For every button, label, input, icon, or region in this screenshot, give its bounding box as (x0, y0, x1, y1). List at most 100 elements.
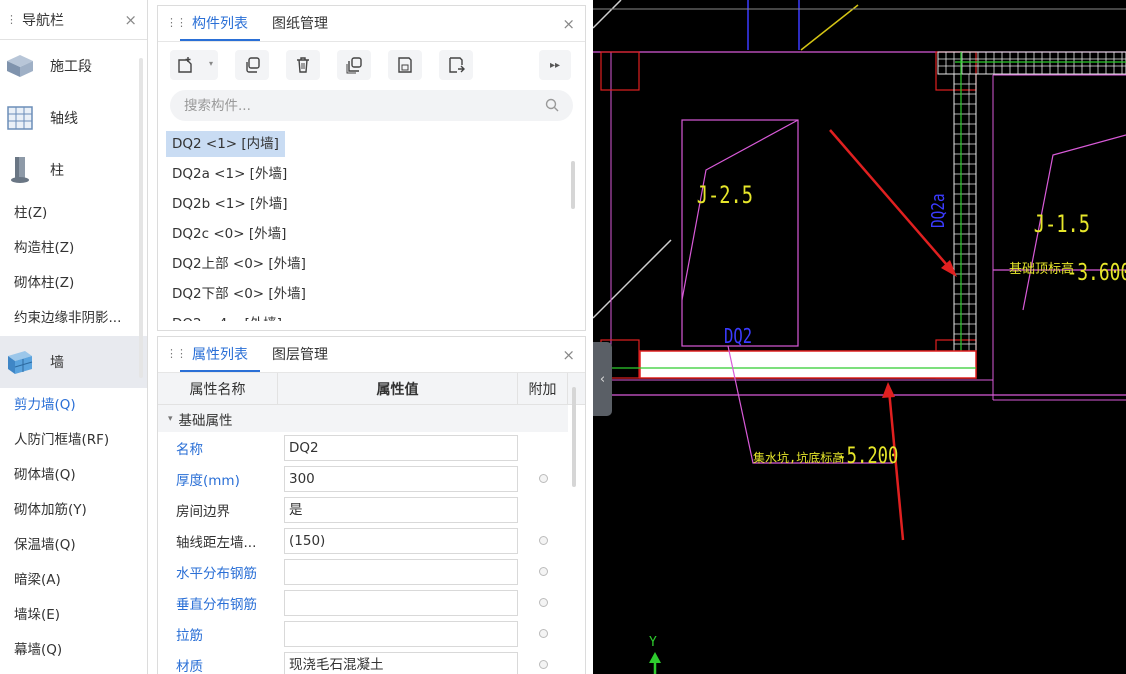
nav-item-insulation-wall[interactable]: 保温墙(Q) (0, 528, 147, 563)
addon-checkbox[interactable] (538, 536, 548, 545)
addon-checkbox[interactable] (538, 474, 548, 483)
property-value-field[interactable]: 现浇毛石混凝土 (284, 651, 518, 674)
list-item-label: DQ2b <1> [外墙] (172, 196, 288, 212)
nav-group-wall[interactable]: 墙 (0, 336, 147, 388)
list-item[interactable]: DQ2上部 <0> [外墙] (158, 251, 585, 281)
cad-label-dq2: DQ2 (724, 325, 752, 348)
duplicate-layer-button[interactable] (337, 50, 371, 80)
nav-item-constraint-edge[interactable]: 约束边缘非阴影... (0, 301, 147, 336)
close-icon[interactable]: × (124, 11, 137, 29)
nav-group-column[interactable]: 柱 (0, 144, 147, 196)
component-list-scrollbar[interactable] (571, 161, 575, 209)
nav-item-hidden-beam[interactable]: 暗梁(A) (0, 563, 147, 598)
addon-checkbox[interactable] (538, 598, 548, 607)
column-header-value: 属性值 (278, 373, 518, 404)
property-name: 垂直分布钢筋 (176, 596, 257, 613)
nav-item-wall-pier[interactable]: 墙垛(E) (0, 598, 147, 633)
property-name: 厚度(mm) (176, 472, 240, 489)
drag-handle-icon[interactable]: ⋮⋮ (166, 16, 187, 29)
cad-arrow-head (882, 382, 895, 398)
nav-group-construction-section[interactable]: 施工段 (0, 40, 147, 92)
tab-drawing-management[interactable]: 图纸管理 (260, 13, 340, 41)
tab-component-list[interactable]: 构件列表 (180, 13, 260, 41)
copy-button[interactable] (235, 50, 269, 80)
property-value-field[interactable] (284, 558, 518, 585)
import-button[interactable] (388, 50, 422, 80)
nav-item-masonry-wall[interactable]: 砌体墙(Q) (0, 458, 147, 493)
property-value-field[interactable] (284, 589, 518, 616)
more-button[interactable]: ▸▸ (539, 50, 571, 80)
addon-checkbox[interactable] (538, 629, 548, 638)
property-panel: ⋮⋮ 属性列表 图层管理 × 属性名称 属性值 附加 ▾ 基础属性 名称 DQ2… (157, 336, 586, 674)
axis-grid-icon (2, 102, 38, 134)
nav-item-civil-defense-wall[interactable]: 人防门框墙(RF) (0, 423, 147, 458)
drag-handle-icon[interactable]: ⋮ (6, 13, 18, 26)
search-icon[interactable] (545, 98, 559, 112)
list-item[interactable]: DQ2... 4... [外墙] (158, 311, 585, 321)
property-value-field[interactable] (284, 620, 518, 647)
cad-drawing-canvas[interactable]: J-2.5 J-1.5 DQ2 DQ2a 基础顶标高 -3.600 集水坑,坑底… (593, 0, 1126, 674)
property-name: 轴线距左墙... (176, 534, 257, 551)
tab-layer-management[interactable]: 图层管理 (260, 344, 340, 372)
list-item[interactable]: DQ2b <1> [外墙] (158, 191, 585, 221)
construction-section-icon (2, 50, 38, 82)
cad-wall-hatch (954, 74, 976, 374)
table-row: 名称 DQ2 (158, 432, 568, 463)
list-item-label: DQ2下部 <0> [外墙] (172, 286, 306, 302)
list-item[interactable]: DQ2a <1> [外墙] (158, 161, 585, 191)
property-group-basic[interactable]: ▾ 基础属性 (158, 405, 568, 432)
chevron-down-icon[interactable]: ▾ (209, 59, 213, 68)
property-value-field[interactable]: 是 (284, 496, 518, 523)
new-component-button[interactable]: ▾ (170, 50, 218, 80)
cad-label-j25: J-2.5 (697, 182, 753, 210)
close-icon[interactable]: × (562, 15, 575, 33)
list-item[interactable]: DQ2 <1> [内墙] (158, 131, 585, 161)
nav-item-masonry-column[interactable]: 砌体柱(Z) (0, 266, 147, 301)
addon-checkbox[interactable] (538, 567, 548, 576)
search-input[interactable] (184, 97, 524, 114)
nav-item-masonry-reinforcement[interactable]: 砌体加筋(Y) (0, 493, 147, 528)
cad-line (593, 0, 622, 29)
cad-y-axis-arrow (649, 652, 661, 663)
property-value-field[interactable]: 300 (284, 465, 518, 492)
property-scrollbar[interactable] (572, 387, 576, 487)
export-button[interactable] (439, 50, 473, 80)
property-table-header: 属性名称 属性值 附加 (158, 373, 585, 405)
component-search (170, 90, 573, 121)
nav-title: 导航栏 (22, 12, 64, 29)
tab-property-list[interactable]: 属性列表 (180, 344, 260, 372)
list-item[interactable]: DQ2下部 <0> [外墙] (158, 281, 585, 311)
panel-collapse-toggle[interactable]: ‹ (593, 342, 612, 416)
nav-item-constructional-column[interactable]: 构造柱(Z) (0, 231, 147, 266)
addon-checkbox[interactable] (538, 660, 548, 669)
nav-group-label: 施工段 (50, 59, 92, 75)
property-group-label: 基础属性 (178, 412, 233, 429)
list-item[interactable]: DQ2c <0> [外墙] (158, 221, 585, 251)
property-value-field[interactable]: (150) (284, 527, 518, 554)
cad-line (800, 4, 859, 51)
navigation-panel: ⋮ 导航栏 × 施工段 轴线 柱 柱(Z) 构造柱(Z) 砌体柱(Z) 约束边缘… (0, 0, 148, 674)
delete-button[interactable] (286, 50, 320, 80)
drag-handle-icon[interactable]: ⋮⋮ (166, 347, 187, 360)
cad-label-pit-elev: 集水坑,坑底标高 (753, 450, 844, 465)
table-row: 房间边界 是 (158, 494, 568, 525)
cad-wall-dq2-selected[interactable] (639, 350, 977, 379)
property-value-field[interactable]: DQ2 (284, 434, 518, 461)
nav-item-curtain-wall[interactable]: 幕墙(Q) (0, 633, 147, 668)
column-header-name: 属性名称 (158, 373, 278, 404)
table-row: 拉筋 (158, 618, 568, 649)
nav-scrollbar[interactable] (139, 58, 143, 378)
property-panel-tabs: ⋮⋮ 属性列表 图层管理 × (158, 337, 585, 373)
component-panel-tabs: ⋮⋮ 构件列表 图纸管理 × (158, 6, 585, 42)
nav-item-column-z[interactable]: 柱(Z) (0, 196, 147, 231)
cad-pit-outline (681, 119, 799, 347)
close-icon[interactable]: × (562, 346, 575, 364)
table-row: 水平分布钢筋 (158, 556, 568, 587)
table-row: 垂直分布钢筋 (158, 587, 568, 618)
nav-group-label: 墙 (50, 355, 64, 371)
list-item-label: DQ2a <1> [外墙] (172, 166, 288, 182)
nav-group-axis[interactable]: 轴线 (0, 92, 147, 144)
nav-item-shear-wall[interactable]: 剪力墙(Q) (0, 388, 147, 423)
table-row: 厚度(mm) 300 (158, 463, 568, 494)
cad-hatch-lines (938, 52, 1126, 74)
